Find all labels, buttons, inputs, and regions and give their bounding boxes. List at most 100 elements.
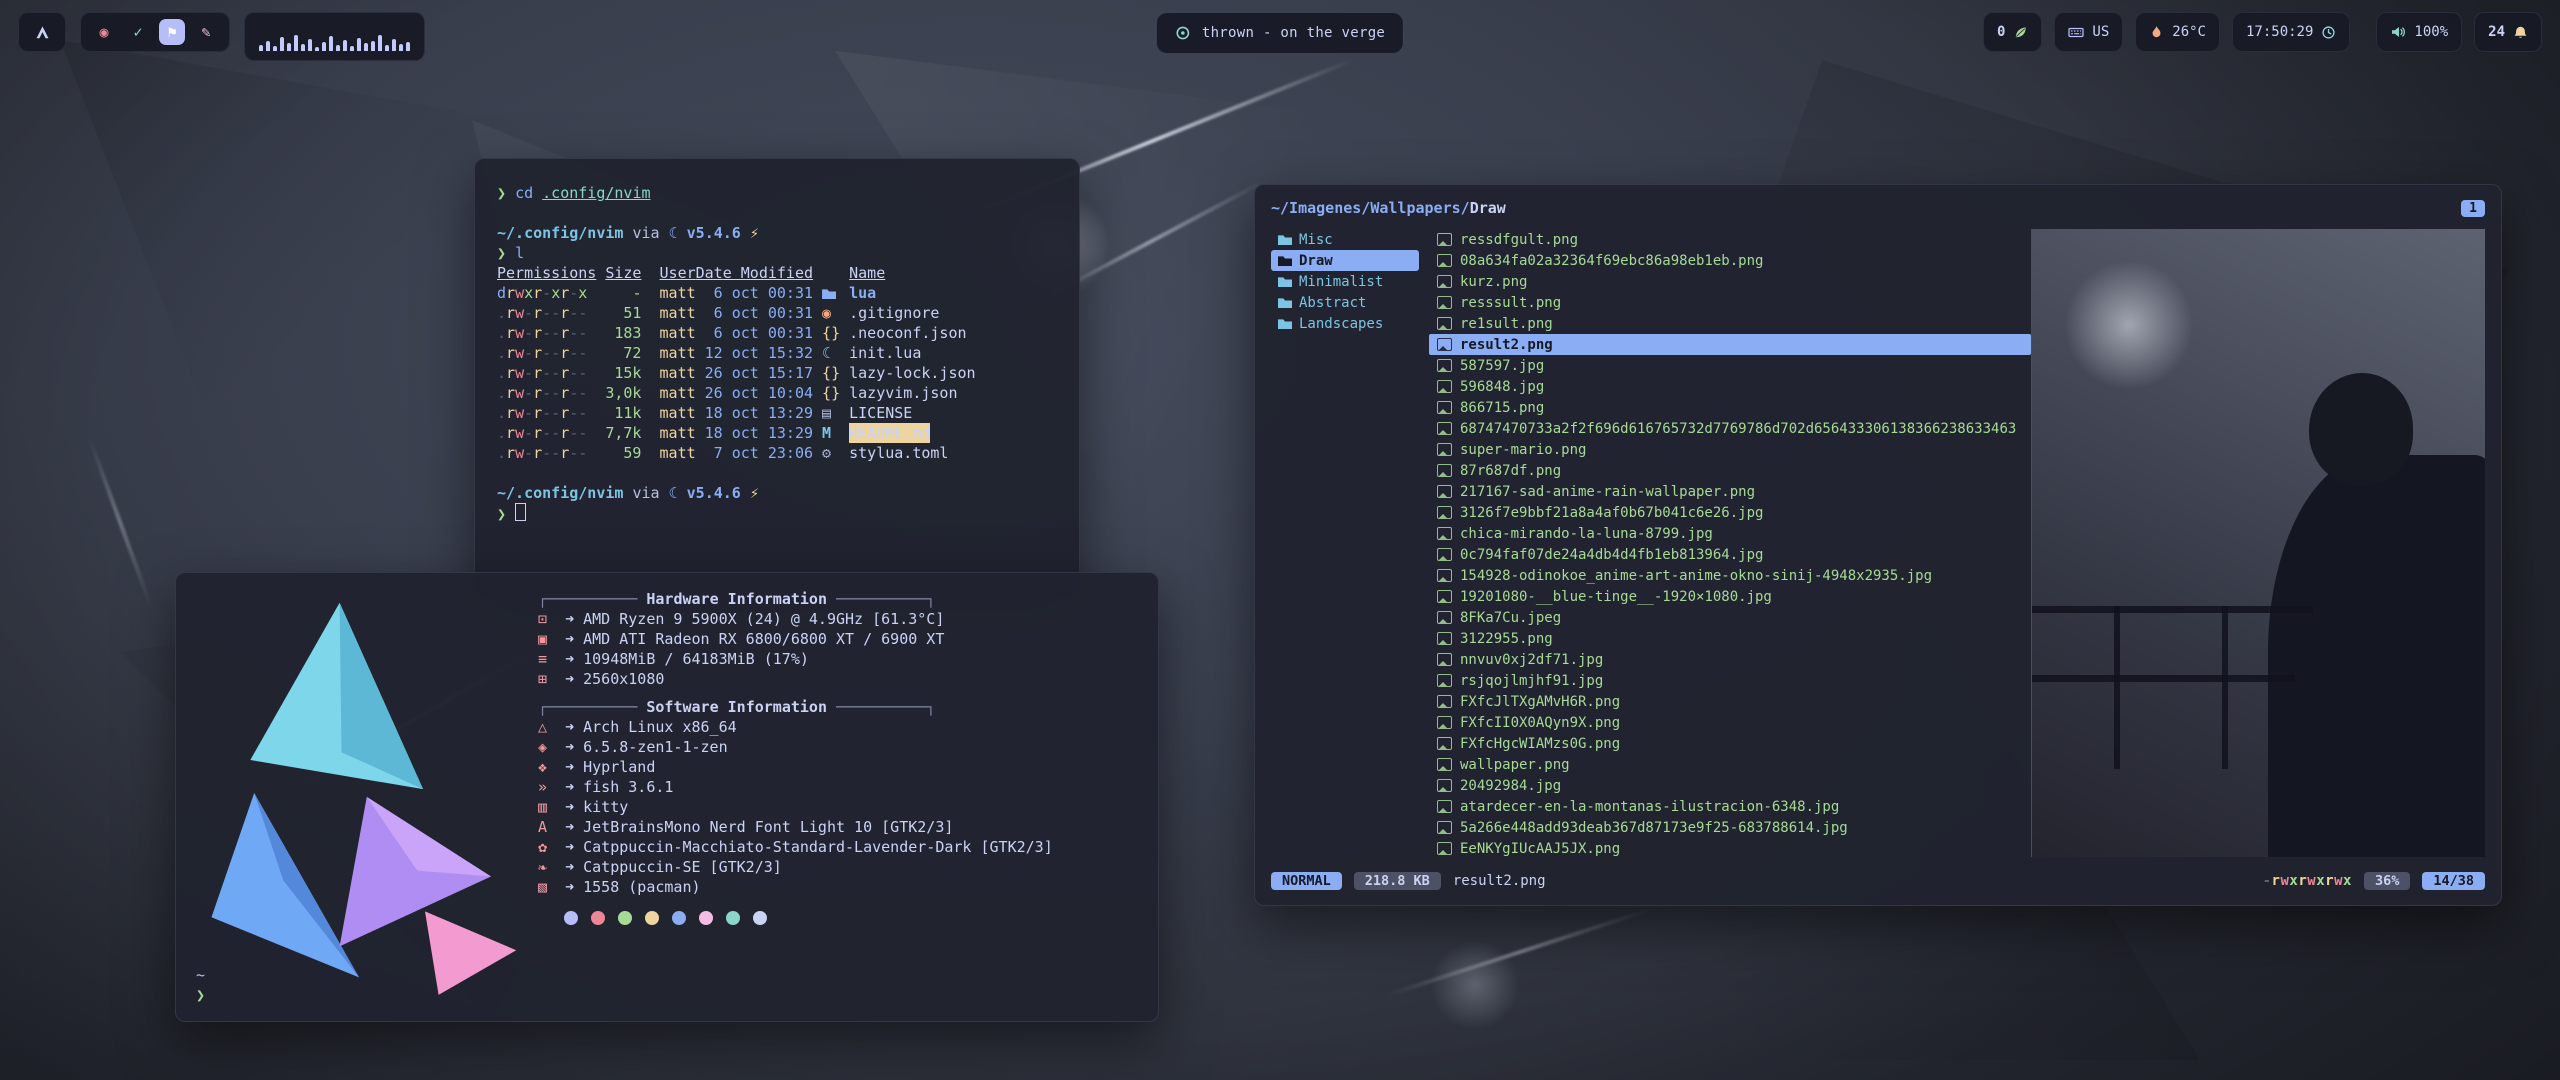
- size: 15k: [596, 363, 641, 383]
- image-file-icon: [1437, 422, 1452, 435]
- temperature-widget[interactable]: 26°C: [2135, 12, 2220, 52]
- folder-icon: [1278, 234, 1292, 245]
- file-list-item[interactable]: atardecer-en-la-montanas-ilustracion-634…: [1429, 796, 2031, 817]
- file-list-item[interactable]: rsjqojlmjhf91.jpg: [1429, 670, 2031, 691]
- temperature-value: 26°C: [2172, 24, 2206, 40]
- volume-widget[interactable]: 100%: [2376, 12, 2462, 52]
- file-list-item[interactable]: nnvuv0xj2df71.jpg: [1429, 649, 2031, 670]
- image-file-icon: [1437, 275, 1452, 288]
- tray-icon-check[interactable]: ✓: [125, 19, 151, 45]
- file-list-item[interactable]: kurz.png: [1429, 271, 2031, 292]
- keyboard-layout-widget[interactable]: US: [2054, 12, 2123, 52]
- fetch-info-row: ≡ ➜10948MiB / 64183MiB (17%): [538, 649, 1138, 669]
- fetch-info-value: Catppuccin-SE [GTK2/3]: [583, 857, 782, 877]
- visualizer-bar: [406, 42, 410, 51]
- sidebar-dir-draw[interactable]: Draw: [1271, 250, 1419, 271]
- palette-dot: [753, 911, 767, 925]
- file-list-item[interactable]: ressdfgult.png: [1429, 229, 2031, 250]
- tray-icon-flag[interactable]: ⚑: [159, 19, 185, 45]
- wm-icon: ❖: [538, 757, 556, 777]
- file-name: atardecer-en-la-montanas-ilustracion-634…: [1460, 799, 1839, 815]
- fetch-info-value: Arch Linux x86_64: [583, 717, 737, 737]
- bolt-icon: ⚡: [750, 224, 759, 242]
- terminal-blank-line: [497, 203, 1057, 223]
- file-list-item[interactable]: 0c794faf07de24a4db4d4fb1eb813964.jpg: [1429, 544, 2031, 565]
- hardware-rows: ⊡ ➜AMD Ryzen 9 5900X (24) @ 4.9GHz [61.3…: [538, 609, 1138, 689]
- image-file-icon: [1437, 779, 1452, 792]
- updates-widget[interactable]: 0: [1983, 12, 2042, 52]
- file-list-item[interactable]: 8FKa7Cu.jpeg: [1429, 607, 2031, 628]
- file-list-item[interactable]: FXfcHgcWIAMzs0G.png: [1429, 733, 2031, 754]
- kernel-icon: ◈: [538, 737, 556, 757]
- clock-icon: [2321, 25, 2336, 40]
- file-list-item[interactable]: result2.png: [1429, 334, 2031, 355]
- music-icon: [1175, 25, 1191, 41]
- file-name: stylua.toml: [849, 443, 948, 463]
- permissions: drwxr-xr-x: [497, 283, 596, 303]
- markdown-icon: M: [822, 423, 849, 443]
- file-list-item[interactable]: re1sult.png: [1429, 313, 2031, 334]
- file-list-item[interactable]: wallpaper.png: [1429, 754, 2031, 775]
- sidebar-dir-minimalist[interactable]: Minimalist: [1271, 271, 1419, 292]
- file-list-item[interactable]: 5a266e448add93deab367d87173e9f25-6837886…: [1429, 817, 2031, 838]
- audio-visualizer-widget[interactable]: [244, 12, 425, 61]
- listing-row: .rw-r--r--3,0k matt 26 oct 10:04 {}lazyv…: [497, 383, 1057, 403]
- user: matt: [650, 383, 695, 403]
- json-icon: {}: [822, 363, 849, 383]
- arrow-icon: ➜: [556, 857, 583, 877]
- file-list-item[interactable]: 217167-sad-anime-rain-wallpaper.png: [1429, 481, 2031, 502]
- file-list-item[interactable]: super-mario.png: [1429, 439, 2031, 460]
- file-list-item[interactable]: FXfcII0X0AQyn9X.png: [1429, 712, 2031, 733]
- palette-dot: [672, 911, 686, 925]
- file-list-item[interactable]: resssult.png: [1429, 292, 2031, 313]
- file-list-item[interactable]: 587597.jpg: [1429, 355, 2031, 376]
- file-list-item[interactable]: 596848.jpg: [1429, 376, 2031, 397]
- launcher-button[interactable]: [18, 12, 66, 52]
- notifications-widget[interactable]: 24: [2474, 12, 2542, 52]
- tray-icon-record[interactable]: ◉: [91, 19, 117, 45]
- file-manager-window[interactable]: ~/Imagenes/Wallpapers/Draw 1 MiscDrawMin…: [1254, 184, 2502, 906]
- file-permissions: -rwxrwxrwx: [2263, 873, 2352, 889]
- file-list-item[interactable]: chica-mirando-la-luna-8799.jpg: [1429, 523, 2031, 544]
- file-list-item[interactable]: 154928-odinokoe_anime-art-anime-okno-sin…: [1429, 565, 2031, 586]
- git-icon: ◉: [822, 303, 849, 323]
- file-name: FXfcHgcWIAMzs0G.png: [1460, 736, 1620, 752]
- file-list-item[interactable]: 19201080-__blue-tinge__-1920×1080.jpg: [1429, 586, 2031, 607]
- terminal-prompt-line: ❯: [497, 503, 1057, 523]
- file-list-item[interactable]: 3122955.png: [1429, 628, 2031, 649]
- file-list-item[interactable]: 68747470733a2f2f696d616765732d7769786d70…: [1429, 418, 2031, 439]
- tray-icon-pencil[interactable]: ✎: [193, 19, 219, 45]
- file-name: chica-mirando-la-luna-8799.jpg: [1460, 526, 1713, 542]
- file-list-item[interactable]: 08a634fa02a32364f69ebc86a98eb1eb.png: [1429, 250, 2031, 271]
- clock-widget[interactable]: 17:50:29: [2232, 12, 2350, 52]
- media-player-widget[interactable]: thrown - on the verge: [1156, 12, 1404, 54]
- image-file-icon: [1437, 611, 1452, 624]
- permissions: .rw-r--r--: [497, 403, 596, 423]
- file-list-item[interactable]: FXfcJlTXgAMvH6R.png: [1429, 691, 2031, 712]
- sidebar-dir-abstract[interactable]: Abstract: [1271, 292, 1419, 313]
- sidebar-dir-misc[interactable]: Misc: [1271, 229, 1419, 250]
- file-list-item[interactable]: 866715.png: [1429, 397, 2031, 418]
- prompt-status-line: ~/.config/nvim via ☾ v5.4.6 ⚡: [497, 483, 1057, 503]
- fetch-terminal-window[interactable]: ┌────────── Hardware Information ───────…: [175, 572, 1159, 1022]
- fetch-info-row: ✿ ➜Catppuccin-Macchiato-Standard-Lavende…: [538, 837, 1138, 857]
- preview-railing: [2032, 606, 2313, 613]
- fetch-info-row: ▥ ➜kitty: [538, 797, 1138, 817]
- file-size-badge: 218.8 KB: [1354, 872, 1441, 890]
- memory-icon: ≡: [538, 649, 556, 669]
- file-list-item[interactable]: 20492984.jpg: [1429, 775, 2031, 796]
- image-file-icon: [1437, 695, 1452, 708]
- tab-badge[interactable]: 1: [2461, 200, 2485, 217]
- visualizer-bar: [357, 38, 361, 51]
- breadcrumb: ~/Imagenes/Wallpapers/Draw: [1271, 199, 1506, 217]
- file-list-item[interactable]: EeNKYgIUcAAJ5JX.png: [1429, 838, 2031, 857]
- file-manager-body: MiscDrawMinimalistAbstractLandscapes res…: [1271, 229, 2485, 857]
- visualizer-bar: [385, 45, 389, 51]
- arrow-icon: ➜: [556, 717, 583, 737]
- file-list-item[interactable]: 87r687df.png: [1429, 460, 2031, 481]
- terminal-window[interactable]: ❯ cd .config/nvim ~/.config/nvim via ☾ v…: [474, 158, 1080, 598]
- visualizer-bar: [301, 44, 305, 51]
- fetch-info-value: JetBrainsMono Nerd Font Light 10 [GTK2/3…: [583, 817, 953, 837]
- sidebar-dir-landscapes[interactable]: Landscapes: [1271, 313, 1419, 334]
- file-list-item[interactable]: 3126f7e9bbf21a8a4af0b67b041c6e26.jpg: [1429, 502, 2031, 523]
